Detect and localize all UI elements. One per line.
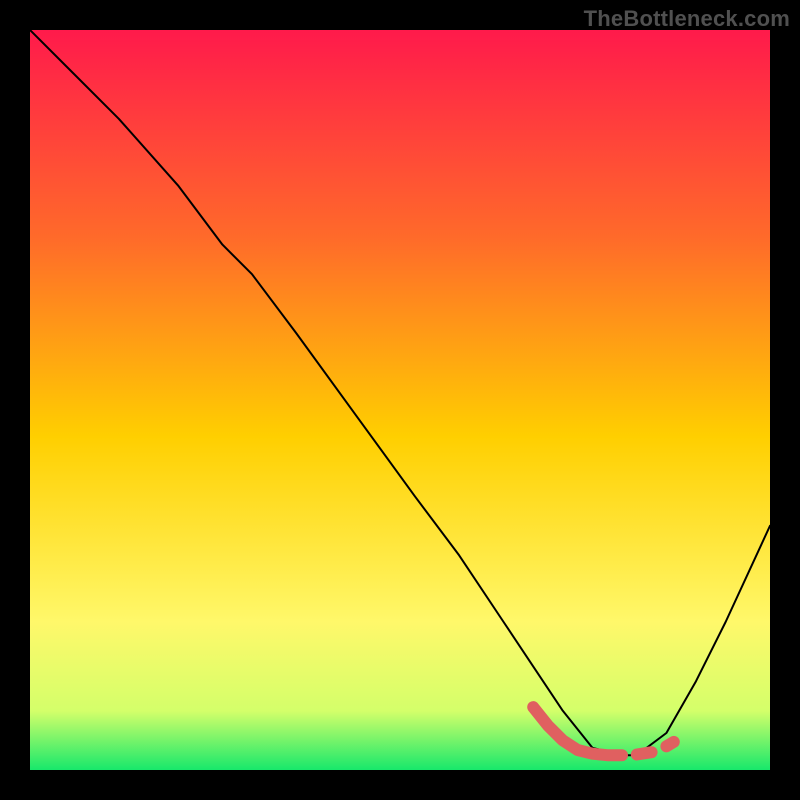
plot-area (30, 30, 770, 770)
highlight-segment-mid (637, 752, 652, 754)
chart-frame: TheBottleneck.com (0, 0, 800, 800)
gradient-background (30, 30, 770, 770)
chart-svg (30, 30, 770, 770)
highlight-segment-right (666, 742, 673, 746)
watermark-text: TheBottleneck.com (584, 6, 790, 32)
